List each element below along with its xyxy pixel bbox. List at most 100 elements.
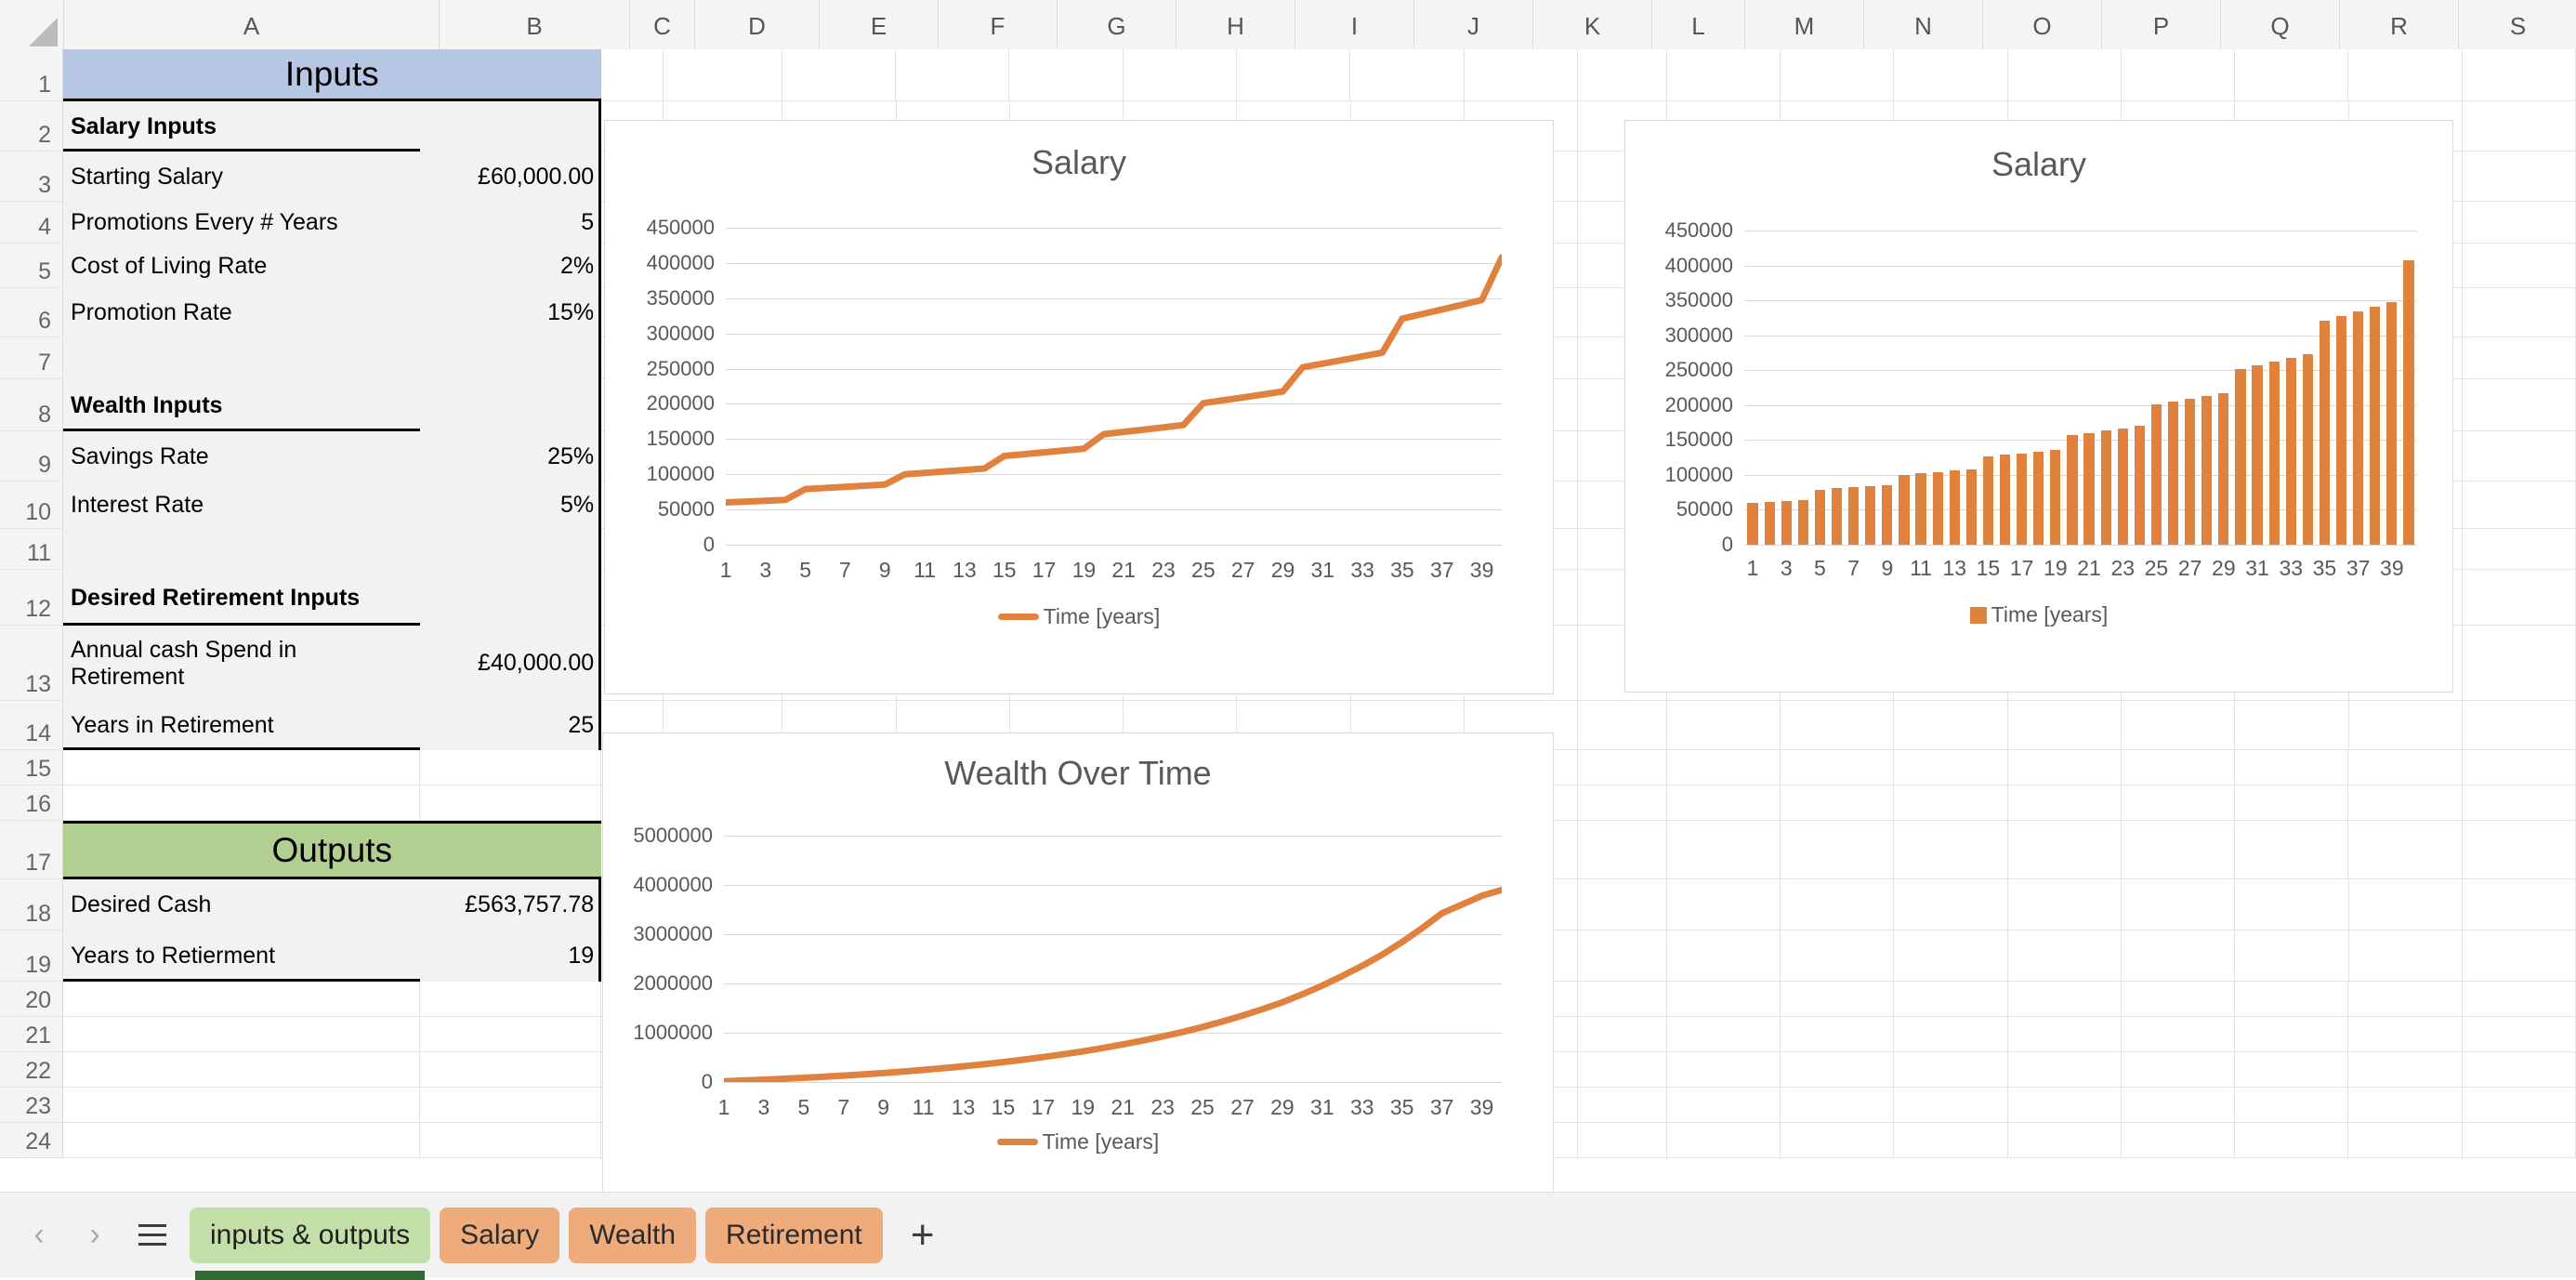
cell-m14[interactable] bbox=[1666, 701, 1781, 750]
cell-t9[interactable] bbox=[2462, 431, 2576, 482]
cell-n1[interactable] bbox=[1780, 49, 1895, 101]
cell-a18[interactable]: Desired Cash bbox=[63, 879, 420, 930]
column-header-g[interactable]: G bbox=[1058, 0, 1176, 49]
cell-n20[interactable] bbox=[1781, 982, 1895, 1017]
row-header-2[interactable]: 2 bbox=[0, 101, 63, 152]
cell-l22[interactable] bbox=[1578, 1052, 1667, 1088]
chart-legend[interactable]: Time [years] bbox=[603, 1129, 1553, 1155]
cell-b21[interactable] bbox=[419, 1017, 602, 1052]
cell-a2[interactable]: Salary Inputs bbox=[63, 101, 420, 152]
cell-t2[interactable] bbox=[2462, 101, 2576, 152]
cell-k1[interactable] bbox=[1464, 49, 1578, 101]
cell-q19[interactable] bbox=[2122, 930, 2236, 982]
cell-b15[interactable] bbox=[419, 750, 602, 785]
cell-o24[interactable] bbox=[1894, 1123, 2008, 1158]
chart-legend[interactable]: Time [years] bbox=[1625, 602, 2452, 627]
column-header-d[interactable]: D bbox=[695, 0, 820, 49]
cell-a21[interactable] bbox=[63, 1017, 420, 1052]
cell-t20[interactable] bbox=[2462, 982, 2576, 1017]
cell-r17[interactable] bbox=[2235, 821, 2349, 879]
cell-b16[interactable] bbox=[419, 785, 602, 821]
cell-m22[interactable] bbox=[1666, 1052, 1781, 1088]
row-header-16[interactable]: 16 bbox=[0, 785, 63, 821]
chart-wealth-over-time[interactable]: Wealth Over Time 0 1000000 2000000 3000000 40… bbox=[602, 732, 1554, 1191]
cell-b19[interactable]: 19 bbox=[419, 930, 602, 982]
cell-r21[interactable] bbox=[2235, 1017, 2349, 1052]
cell-q22[interactable] bbox=[2121, 1052, 2236, 1088]
cell-a6[interactable]: Promotion Rate bbox=[63, 288, 420, 337]
row-header-9[interactable]: 9 bbox=[0, 431, 63, 482]
cell-s22[interactable] bbox=[2348, 1052, 2463, 1088]
row-header-8[interactable]: 8 bbox=[0, 379, 63, 431]
cell-t22[interactable] bbox=[2462, 1052, 2576, 1088]
chart-legend[interactable]: Time [years] bbox=[605, 604, 1553, 629]
cell-b3[interactable]: £60,000.00 bbox=[419, 152, 602, 202]
cell-s18[interactable] bbox=[2348, 879, 2463, 930]
cell-e1[interactable] bbox=[782, 49, 897, 101]
cell-p17[interactable] bbox=[2007, 821, 2122, 879]
cell-l1[interactable] bbox=[1577, 49, 1667, 101]
cell-t13[interactable] bbox=[2462, 626, 2576, 701]
row-header-7[interactable]: 7 bbox=[0, 337, 63, 379]
cell-p23[interactable] bbox=[2007, 1088, 2122, 1123]
cell-p19[interactable] bbox=[2007, 930, 2123, 982]
cell-t7[interactable] bbox=[2462, 337, 2576, 379]
cell-l16[interactable] bbox=[1578, 785, 1667, 821]
cell-l23[interactable] bbox=[1578, 1088, 1667, 1123]
row-header-5[interactable]: 5 bbox=[0, 244, 63, 288]
cell-r19[interactable] bbox=[2235, 930, 2349, 982]
cell-l20[interactable] bbox=[1578, 982, 1667, 1017]
cell-l14[interactable] bbox=[1578, 701, 1667, 750]
cell-t24[interactable] bbox=[2462, 1123, 2576, 1158]
cell-t21[interactable] bbox=[2462, 1017, 2576, 1052]
row-header-19[interactable]: 19 bbox=[0, 930, 63, 982]
cell-t15[interactable] bbox=[2462, 750, 2576, 785]
cell-b23[interactable] bbox=[419, 1088, 602, 1123]
cell-a24[interactable] bbox=[63, 1123, 420, 1158]
column-header-m[interactable]: M bbox=[1745, 0, 1864, 49]
cell-d1[interactable] bbox=[663, 49, 782, 101]
cell-p1[interactable] bbox=[2007, 49, 2122, 101]
cell-n23[interactable] bbox=[1781, 1088, 1895, 1123]
cell-o23[interactable] bbox=[1894, 1088, 2008, 1123]
cell-b24[interactable] bbox=[419, 1123, 602, 1158]
column-header-o[interactable]: O bbox=[1983, 0, 2102, 49]
cell-s19[interactable] bbox=[2348, 930, 2463, 982]
cell-s16[interactable] bbox=[2348, 785, 2463, 821]
cell-b20[interactable] bbox=[419, 982, 602, 1017]
cell-b13[interactable]: £40,000.00 bbox=[419, 626, 602, 701]
row-header-13[interactable]: 13 bbox=[0, 626, 63, 701]
cell-b4[interactable]: 5 bbox=[419, 202, 602, 244]
row-header-18[interactable]: 18 bbox=[0, 879, 63, 930]
cell-t4[interactable] bbox=[2462, 202, 2576, 244]
cell-t18[interactable] bbox=[2462, 879, 2576, 930]
row-header-4[interactable]: 4 bbox=[0, 202, 63, 244]
column-header-n[interactable]: N bbox=[1864, 0, 1983, 49]
cell-l18[interactable] bbox=[1578, 879, 1667, 930]
cell-q17[interactable] bbox=[2121, 821, 2236, 879]
outputs-title-cell[interactable]: Outputs bbox=[63, 821, 601, 879]
cell-a3[interactable]: Starting Salary bbox=[63, 152, 420, 202]
cell-b6[interactable]: 15% bbox=[419, 288, 602, 337]
row-header-11[interactable]: 11 bbox=[0, 529, 63, 570]
cell-m15[interactable] bbox=[1666, 750, 1781, 785]
select-all-button[interactable] bbox=[0, 0, 64, 49]
cell-m24[interactable] bbox=[1666, 1123, 1781, 1158]
cell-p14[interactable] bbox=[2007, 701, 2123, 750]
cell-t8[interactable] bbox=[2462, 379, 2576, 431]
cell-l24[interactable] bbox=[1578, 1123, 1667, 1158]
cell-a13[interactable]: Annual cash Spend in Retirement bbox=[63, 626, 420, 701]
cell-n14[interactable] bbox=[1781, 701, 1895, 750]
cell-h1[interactable] bbox=[1123, 49, 1237, 101]
cell-a20[interactable] bbox=[63, 982, 420, 1017]
cell-a19[interactable]: Years to Retierment bbox=[63, 930, 420, 982]
next-sheet-button[interactable]: › bbox=[69, 1209, 121, 1261]
cell-p21[interactable] bbox=[2007, 1017, 2122, 1052]
cell-m23[interactable] bbox=[1666, 1088, 1781, 1123]
cell-o18[interactable] bbox=[1894, 879, 2008, 930]
cell-n17[interactable] bbox=[1780, 821, 1895, 879]
cell-n19[interactable] bbox=[1781, 930, 1895, 982]
cell-b10[interactable]: 5% bbox=[419, 482, 602, 529]
cell-r18[interactable] bbox=[2235, 879, 2349, 930]
column-header-s[interactable]: S bbox=[2459, 0, 2576, 49]
